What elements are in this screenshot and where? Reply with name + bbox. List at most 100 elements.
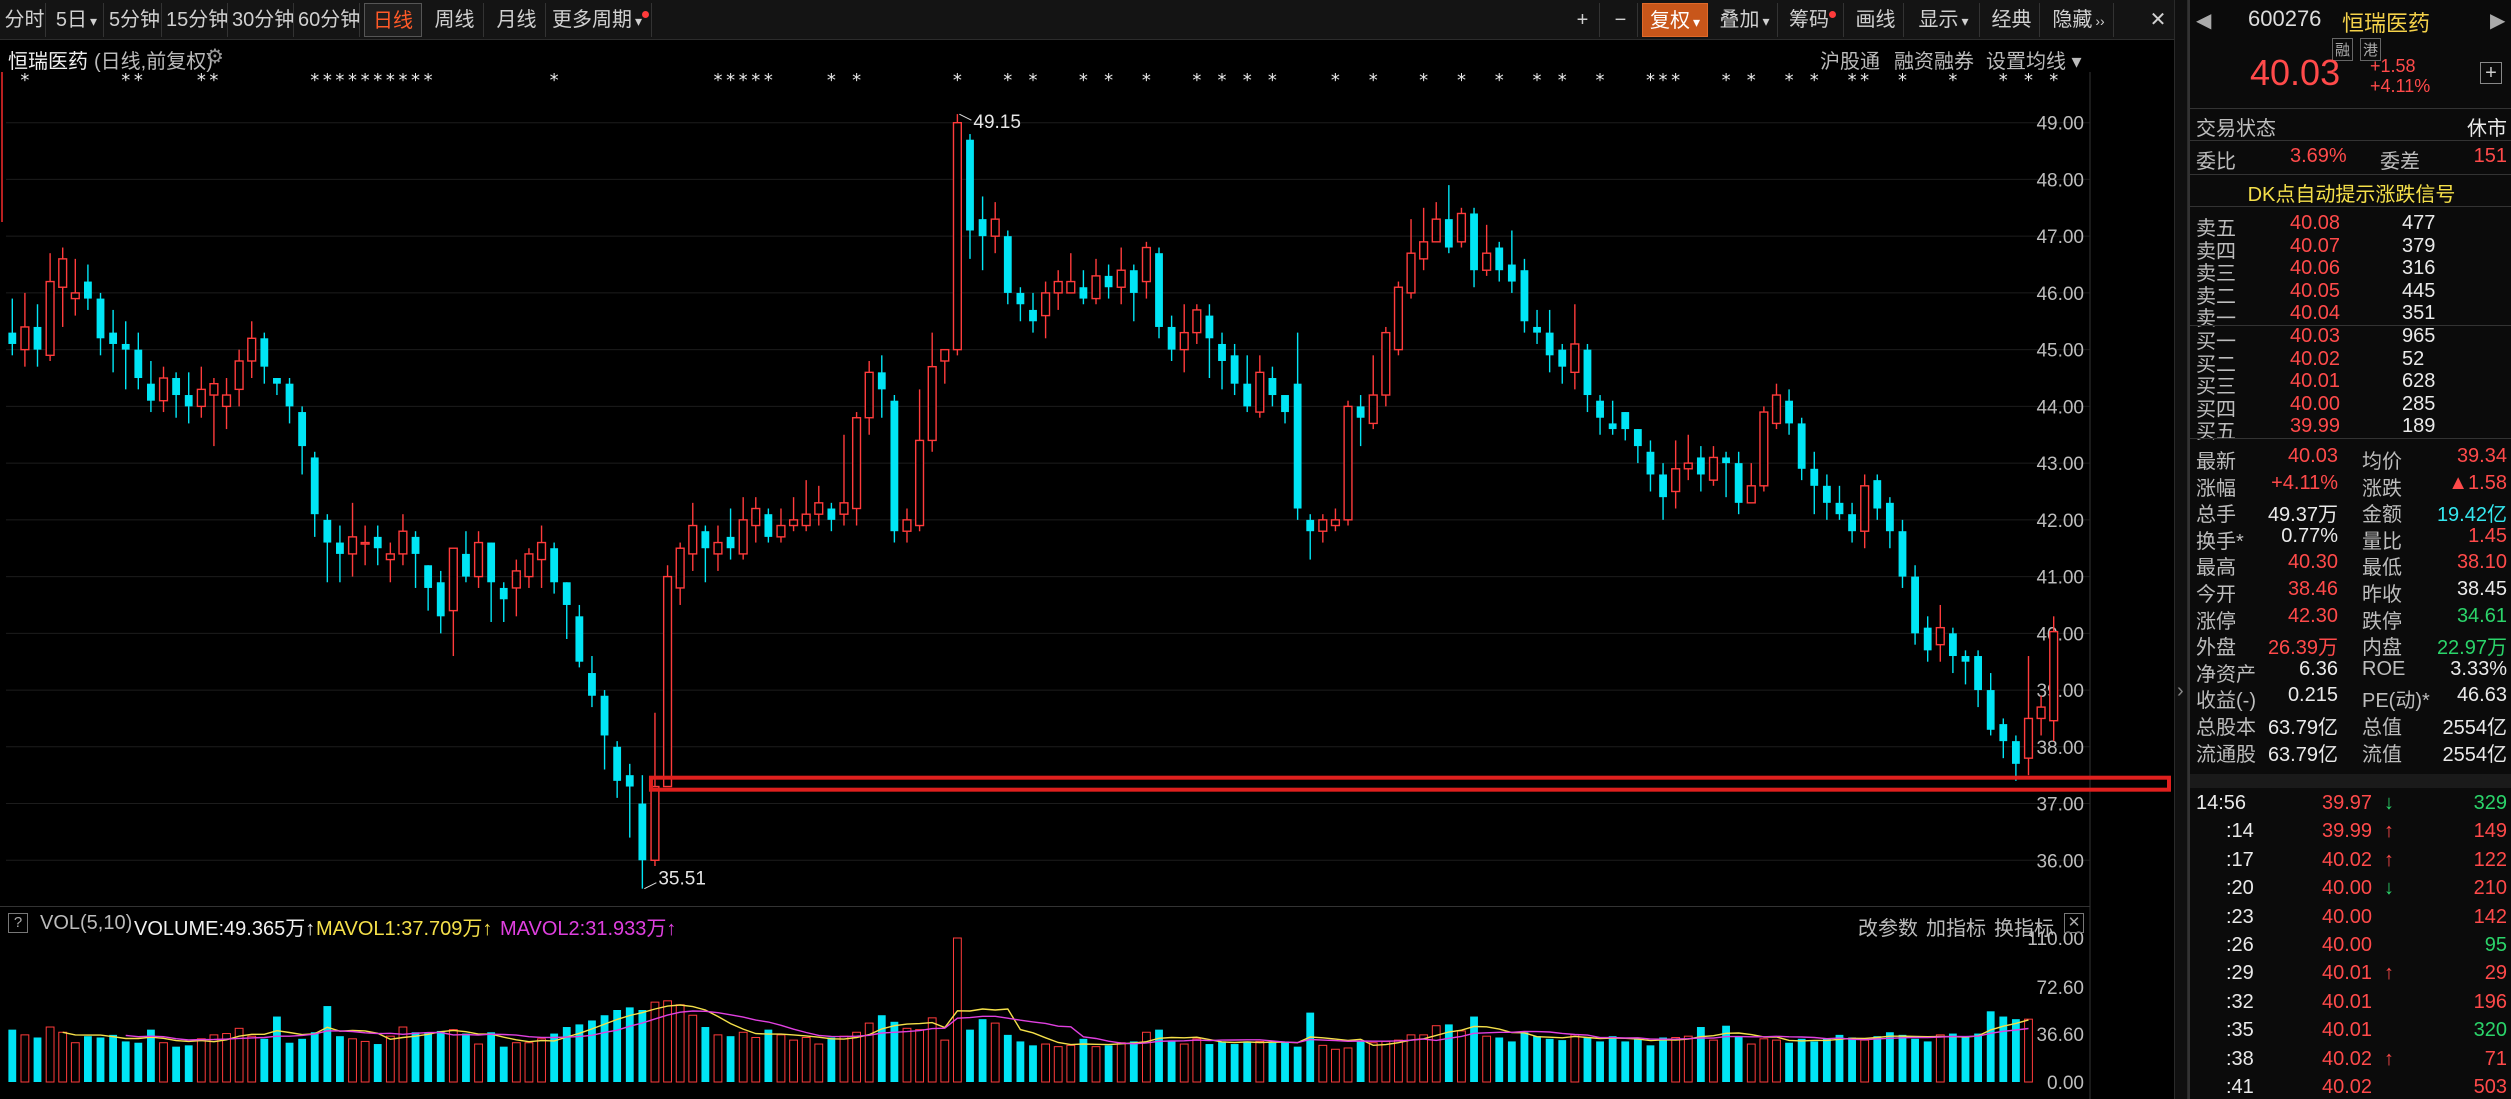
candle[interactable] <box>738 497 748 560</box>
candle[interactable] <box>1205 304 1214 379</box>
candle[interactable] <box>1293 332 1302 520</box>
close-icon[interactable]: ✕ <box>2064 913 2084 933</box>
candle[interactable] <box>436 570 445 634</box>
book-row-buys[interactable]: 买一 40.03 965 <box>2190 325 2511 353</box>
candle[interactable] <box>1141 241 1152 299</box>
add-indicator-button[interactable]: 加指标 <box>1926 912 1986 941</box>
book-row-sells[interactable]: 卖四 40.07 379 <box>2190 235 2511 263</box>
period-tab-1[interactable]: 5日 ▾ <box>50 3 104 37</box>
candle[interactable] <box>625 763 634 838</box>
candle[interactable] <box>58 247 68 327</box>
panel-splitter[interactable]: › <box>2174 0 2188 1099</box>
period-tab-6[interactable]: 日线 <box>364 3 422 37</box>
candle[interactable] <box>1281 395 1289 424</box>
candle[interactable] <box>1885 497 1894 549</box>
candle[interactable] <box>1961 650 1970 685</box>
candle[interactable] <box>8 298 17 356</box>
candle[interactable] <box>285 378 294 424</box>
candle[interactable] <box>638 775 647 889</box>
close-icon[interactable]: ✕ <box>2146 3 2170 37</box>
candle[interactable] <box>1179 304 1189 373</box>
candle[interactable] <box>448 547 458 657</box>
candle[interactable] <box>1079 270 1088 305</box>
candle[interactable] <box>1646 440 1655 492</box>
gear-icon[interactable]: ⚙ <box>206 44 224 69</box>
support-box[interactable] <box>648 775 2172 792</box>
candle[interactable] <box>411 531 420 588</box>
candle[interactable] <box>890 395 899 543</box>
candle[interactable] <box>550 542 559 594</box>
kline-chart[interactable]: 49.00 48.00 47.00 46.00 45.00 44.00 43.00 42.00… <box>0 72 2174 1099</box>
period-tab-7[interactable]: 周线 <box>426 3 484 37</box>
candle[interactable] <box>260 332 269 384</box>
tool-button-5[interactable]: 画线 <box>1848 3 1904 37</box>
candle[interactable] <box>487 542 496 622</box>
candle[interactable] <box>524 548 534 588</box>
candle[interactable] <box>247 321 257 379</box>
candle[interactable] <box>600 690 609 770</box>
help-icon[interactable]: ? <box>8 913 28 933</box>
candle[interactable] <box>2023 656 2034 776</box>
candle[interactable] <box>473 531 484 588</box>
candle[interactable] <box>336 525 344 583</box>
candle[interactable] <box>45 253 55 361</box>
candle[interactable] <box>347 502 358 577</box>
candle[interactable] <box>360 525 370 566</box>
candle[interactable] <box>1860 474 1870 549</box>
candle[interactable] <box>562 582 571 640</box>
candle[interactable] <box>373 525 382 566</box>
candle[interactable] <box>70 258 80 316</box>
candle[interactable] <box>1923 616 1932 662</box>
candle[interactable] <box>1330 508 1341 532</box>
next-stock-icon[interactable]: ▶ <box>2490 8 2505 33</box>
candle[interactable] <box>990 202 1000 254</box>
candle[interactable] <box>1520 258 1529 333</box>
candle[interactable] <box>1999 718 2008 759</box>
candle[interactable] <box>184 372 193 424</box>
candle[interactable] <box>1356 395 1365 447</box>
candle[interactable] <box>221 378 232 430</box>
candle[interactable] <box>499 582 508 622</box>
candle[interactable] <box>1129 264 1138 322</box>
book-row-buys[interactable]: 买五 39.99 189 <box>2190 415 2511 443</box>
candle[interactable] <box>1104 264 1113 299</box>
tool-button-3[interactable]: 叠加 ▾ <box>1712 3 1778 37</box>
candle[interactable] <box>310 451 319 537</box>
candle[interactable] <box>1167 315 1176 361</box>
book-row-buys[interactable]: 买四 40.00 285 <box>2190 393 2511 421</box>
candle[interactable] <box>172 372 181 418</box>
link-hugutong[interactable]: 沪股通 <box>1820 45 1880 74</box>
book-row-sells[interactable]: 卖三 40.06 316 <box>2190 257 2511 285</box>
candle[interactable] <box>1935 604 1945 662</box>
candle[interactable] <box>398 514 408 566</box>
candle[interactable] <box>1683 434 1693 481</box>
candle[interactable] <box>1192 304 1202 344</box>
candle[interactable] <box>1507 230 1516 293</box>
candle[interactable] <box>234 349 244 407</box>
candle[interactable] <box>902 508 912 543</box>
candle[interactable] <box>1911 565 1919 645</box>
candle[interactable] <box>323 514 332 583</box>
candle[interactable] <box>613 741 622 798</box>
candle[interactable] <box>940 348 950 384</box>
candle[interactable] <box>1406 219 1416 299</box>
tool-button-7[interactable]: 经典 <box>1984 3 2040 37</box>
set-ma-link[interactable]: 设置均线 ▾ <box>1986 45 2082 74</box>
candle[interactable] <box>1974 650 1982 708</box>
candle[interactable] <box>1633 429 1642 464</box>
candle[interactable] <box>1986 673 1995 736</box>
candle[interactable] <box>1596 395 1604 435</box>
candle[interactable] <box>1810 451 1819 515</box>
collapse-arrow-icon[interactable]: › <box>2177 680 2184 703</box>
tool-button-6[interactable]: 显示 ▾ <box>1908 3 1980 37</box>
candle[interactable] <box>839 434 849 526</box>
dk-signal-link[interactable]: DK点自动提示涨跌信号 <box>2190 178 2511 206</box>
candle[interactable] <box>1583 343 1592 413</box>
book-row-buys[interactable]: 买三 40.01 628 <box>2190 370 2511 398</box>
candle[interactable] <box>675 542 685 605</box>
period-tab-9[interactable]: 更多周期 ▾ <box>550 3 652 37</box>
candle[interactable] <box>158 366 169 413</box>
candle[interactable] <box>1230 343 1239 396</box>
candle[interactable] <box>1116 247 1126 305</box>
book-row-sells[interactable]: 卖一 40.04 351 <box>2190 302 2511 330</box>
